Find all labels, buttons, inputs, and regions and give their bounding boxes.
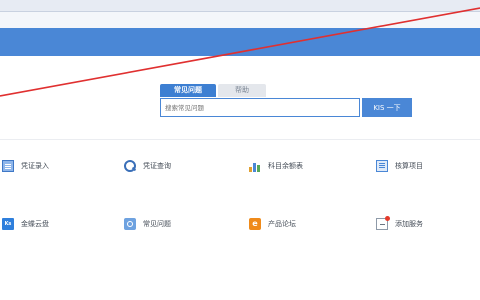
- header-banner: [0, 28, 480, 56]
- shortcut-voucher-entry[interactable]: 凭证录入: [2, 158, 49, 174]
- search-panel: 常见问题 帮助 KIS 一下: [160, 84, 414, 120]
- voucher-query-icon: [124, 160, 136, 172]
- search-button[interactable]: KIS 一下: [362, 98, 412, 117]
- shortcut-accounting-items[interactable]: 核算项目: [376, 158, 423, 174]
- search-input[interactable]: [160, 98, 360, 117]
- toolbar-area: [0, 12, 480, 28]
- bar-chart-icon: [249, 160, 261, 172]
- accounting-items-icon: [376, 160, 388, 172]
- window-top-strip: [0, 0, 480, 12]
- forum-icon: e: [249, 218, 261, 230]
- shortcut-add-service[interactable]: 添加服务: [376, 216, 423, 232]
- shortcut-label: 科目余额表: [268, 162, 303, 170]
- shortcut-label: 核算项目: [395, 162, 423, 170]
- shortcut-label: 凭证录入: [21, 162, 49, 170]
- shortcut-label: 添加服务: [395, 220, 423, 228]
- tab-faq[interactable]: 常见问题: [160, 84, 216, 97]
- shortcut-forum[interactable]: e 产品论坛: [249, 216, 296, 232]
- tab-help[interactable]: 帮助: [218, 84, 266, 97]
- shortcut-account-balance[interactable]: 科目余额表: [249, 158, 303, 174]
- voucher-entry-icon: [2, 160, 14, 172]
- shortcut-faq[interactable]: 常见问题: [124, 216, 171, 232]
- shortcut-label: 常见问题: [143, 220, 171, 228]
- shortcut-label: 金蝶云盘: [21, 220, 49, 228]
- cloud-drive-icon: Ks: [2, 218, 14, 230]
- shortcut-label: 凭证查询: [143, 162, 171, 170]
- add-service-icon: [376, 216, 390, 230]
- divider: [0, 139, 480, 140]
- shortcut-cloud-drive[interactable]: Ks 金蝶云盘: [2, 216, 49, 232]
- shortcut-label: 产品论坛: [268, 220, 296, 228]
- faq-icon: [124, 218, 136, 230]
- shortcut-voucher-query[interactable]: 凭证查询: [124, 158, 171, 174]
